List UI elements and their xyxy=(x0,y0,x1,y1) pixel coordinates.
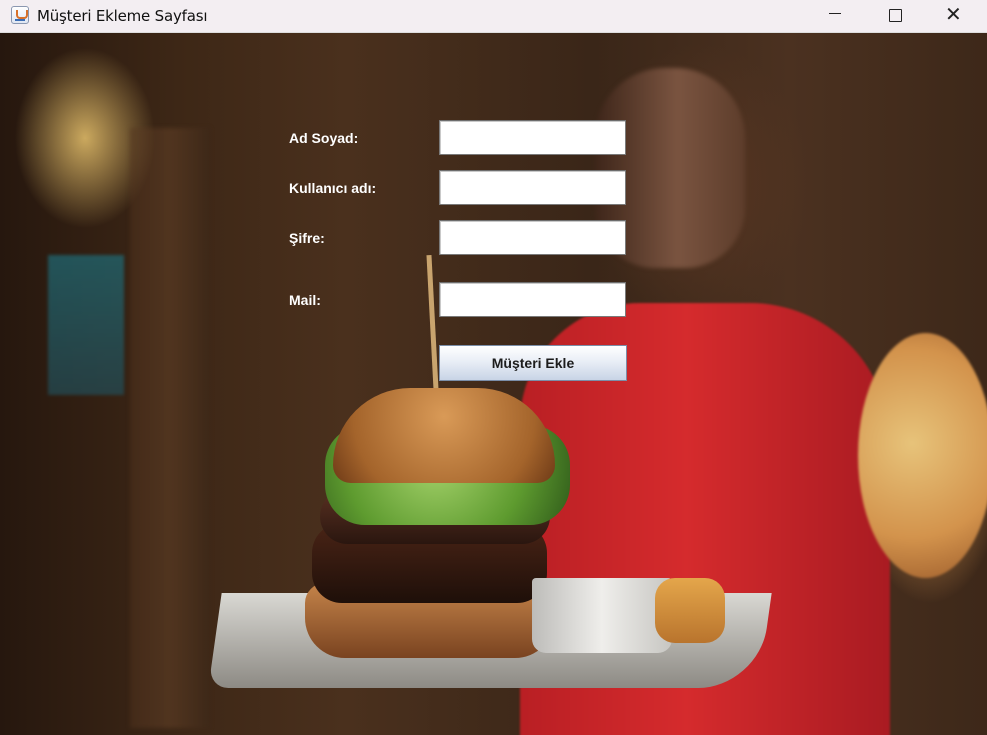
full-name-label: Ad Soyad: xyxy=(289,130,359,146)
burger-bun-top xyxy=(333,388,555,483)
close-button[interactable]: ✕ xyxy=(925,0,983,32)
maximize-button[interactable] xyxy=(866,0,924,32)
background-pizza xyxy=(858,333,987,578)
username-input[interactable] xyxy=(439,170,626,205)
mail-label: Mail: xyxy=(289,292,321,308)
title-bar[interactable]: Müşteri Ekleme Sayfası ✕ xyxy=(0,0,987,33)
background-pillar xyxy=(130,128,210,728)
full-name-input[interactable] xyxy=(439,120,626,155)
close-icon: ✕ xyxy=(945,4,962,26)
burger-skewer xyxy=(426,254,439,391)
mail-input[interactable] xyxy=(439,282,626,317)
sauce-cup xyxy=(532,578,672,653)
username-label: Kullanıcı adı: xyxy=(289,180,377,196)
password-input[interactable] xyxy=(439,220,626,255)
minimize-button[interactable] xyxy=(807,0,865,32)
password-label: Şifre: xyxy=(289,230,325,246)
fries xyxy=(655,578,725,643)
app-window: Müşteri Ekleme Sayfası ✕ Ad Soyad: Kulla… xyxy=(0,0,987,735)
content-panel: Ad Soyad: Kullanıcı adı: Şifre: Mail: Mü… xyxy=(0,33,987,735)
background-sign xyxy=(48,255,124,395)
window-title: Müşteri Ekleme Sayfası xyxy=(37,7,208,25)
add-customer-button[interactable]: Müşteri Ekle xyxy=(439,345,627,381)
java-app-icon xyxy=(11,6,29,24)
minimize-icon xyxy=(829,13,841,14)
maximize-icon xyxy=(889,9,902,22)
